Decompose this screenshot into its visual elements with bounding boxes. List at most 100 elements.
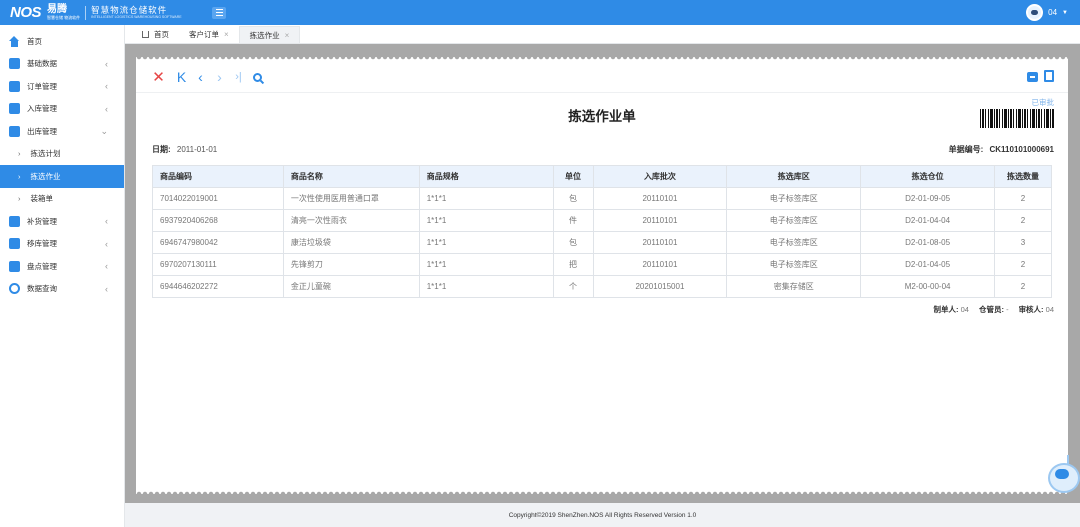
chevron-right-icon: › — [18, 194, 21, 204]
table-row: 6946747980042 康洁垃圾袋 1*1*1 包 20110101 电子标… — [152, 231, 1052, 254]
table-cell: D2-01-09-05 — [860, 187, 995, 210]
search-icon — [253, 72, 262, 82]
document-number: 单据编号: CK110101000691 — [948, 145, 1054, 154]
divider — [136, 92, 1068, 93]
app-name: 智慧物流仓储软件 INTELLIGENT LOGISTICS WAREHOUSI… — [91, 4, 182, 19]
table-cell: 2 — [994, 187, 1052, 210]
content-frame: ✕ K ‹ › ›| 拣选作业单 已审批 日期: 2011-01-01 单据编号… — [125, 44, 1080, 503]
sidebar-item-query[interactable]: 数据查询 ‹ — [0, 278, 124, 301]
table-cell: 3 — [994, 231, 1052, 254]
table-cell: 先锋剪刀 — [282, 253, 420, 276]
column-header: 拣选仓位 — [860, 165, 995, 188]
tab-home[interactable]: 首页 — [132, 26, 179, 43]
column-header: 拣选库区 — [726, 165, 862, 188]
table-cell: 把 — [552, 253, 594, 276]
logo-brand: 易腾 智慧仓储 物流软件 — [47, 4, 81, 21]
inbound-icon — [9, 103, 20, 115]
sidebar-item-transfer[interactable]: 移库管理 ‹ — [0, 233, 124, 256]
table-cell: D2-01-04-05 — [860, 253, 995, 276]
barcode — [980, 109, 1054, 128]
table-cell: 20110101 — [592, 187, 728, 210]
sidebar-item-home[interactable]: 首页 — [0, 30, 124, 53]
prev-page-icon[interactable]: ‹ — [194, 70, 207, 84]
tab-customer-orders[interactable]: 客户订单 × — [179, 26, 239, 43]
table-cell: 一次性使用医用普通口罩 — [282, 187, 420, 210]
table-cell: 1*1*1 — [418, 275, 554, 298]
user-name: 04 — [1048, 8, 1058, 17]
tab-pick-job[interactable]: 拣选作业 × — [238, 26, 301, 43]
close-icon[interactable]: × — [285, 31, 290, 40]
menu-toggle-button[interactable] — [212, 6, 226, 19]
table-cell: 个 — [552, 275, 594, 298]
logo-divider — [85, 5, 87, 20]
logo: NOS 易腾 智慧仓储 物流软件 智慧物流仓储软件 INTELLIGENT LO… — [0, 4, 200, 21]
transfer-icon — [9, 238, 20, 250]
table-cell: M2-00-00-04 — [860, 275, 995, 298]
column-header: 商品编码 — [152, 165, 284, 188]
table-cell: 2 — [994, 209, 1052, 232]
sidebar-item-basic-data[interactable]: 基础数据 ‹ — [0, 53, 124, 76]
print-icon[interactable] — [1027, 72, 1038, 82]
table-header-row: 商品编码 商品名称 商品规格 单位 入库批次 拣选库区 拣选仓位 拣选数量 — [152, 165, 1052, 188]
table-cell: 包 — [552, 231, 594, 254]
table-cell: 1*1*1 — [418, 231, 554, 254]
first-page-icon[interactable]: K — [175, 70, 188, 84]
table-cell: 1*1*1 — [418, 187, 554, 210]
table-cell: 6946747980042 — [152, 231, 284, 254]
export-icon[interactable] — [1044, 70, 1054, 82]
last-page-icon[interactable]: ›| — [232, 70, 245, 84]
chevron-left-icon: ‹ — [105, 283, 108, 294]
column-header: 拣选数量 — [994, 165, 1052, 188]
column-header: 商品名称 — [282, 165, 420, 188]
tab-bar: 首页 客户订单 × 拣选作业 × — [125, 25, 1080, 44]
footer-copyright: Copyright©2019 ShenZhen.NOS All Rights R… — [125, 503, 1080, 527]
next-page-icon[interactable]: › — [213, 70, 226, 84]
table-row: 6970207130111 先锋剪刀 1*1*1 把 20110101 电子标签… — [152, 253, 1052, 276]
top-bar: NOS 易腾 智慧仓储 物流软件 智慧物流仓储软件 INTELLIGENT LO… — [0, 0, 1080, 25]
sidebar-item-packing-list[interactable]: › 装箱单 — [0, 188, 124, 211]
document-date: 日期: 2011-01-01 — [152, 145, 218, 154]
table-cell: 7014022019001 — [152, 187, 284, 210]
chatbot-assistant-icon[interactable] — [1045, 455, 1080, 500]
table-cell: 电子标签库区 — [726, 231, 862, 254]
pick-items-table: 商品编码 商品名称 商品规格 单位 入库批次 拣选库区 拣选仓位 拣选数量 70… — [152, 165, 1052, 298]
table-cell: D2-01-04-04 — [860, 209, 995, 232]
sidebar-item-pick-plan[interactable]: › 拣选计划 — [0, 143, 124, 166]
table-cell: D2-01-08-05 — [860, 231, 995, 254]
chevron-right-icon: › — [18, 149, 21, 159]
table-cell: 康洁垃圾袋 — [282, 231, 420, 254]
search-button[interactable] — [251, 70, 264, 84]
table-cell: 电子标签库区 — [726, 187, 862, 210]
table-row: 7014022019001 一次性使用医用普通口罩 1*1*1 包 201101… — [152, 187, 1052, 210]
replenish-icon — [9, 215, 20, 227]
sidebar-item-orders[interactable]: 订单管理 ‹ — [0, 75, 124, 98]
chevron-right-icon: › — [18, 171, 21, 181]
sidebar-item-pick-job[interactable]: › 拣选作业 — [0, 165, 124, 188]
table-cell: 金正儿童碗 — [282, 275, 420, 298]
document-paper: ✕ K ‹ › ›| 拣选作业单 已审批 日期: 2011-01-01 单据编号… — [136, 57, 1068, 494]
sidebar-item-outbound[interactable]: 出库管理 ⌄ — [0, 120, 124, 143]
column-header: 商品规格 — [418, 165, 554, 188]
sidebar: 首页 基础数据 ‹ 订单管理 ‹ 入库管理 ‹ 出库管理 ⌄ › 拣选计划 › … — [0, 25, 125, 527]
sidebar-item-inventory[interactable]: 盘点管理 ‹ — [0, 255, 124, 278]
table-cell: 6937920406268 — [152, 209, 284, 232]
table-cell: 6944646202272 — [152, 275, 284, 298]
chevron-down-icon: ⌄ — [100, 125, 108, 136]
keeper: 仓管员: - — [978, 305, 1009, 314]
close-icon[interactable]: ✕ — [152, 70, 165, 85]
user-menu[interactable]: 04 ▼ — [1026, 4, 1068, 21]
sidebar-item-replenish[interactable]: 补货管理 ‹ — [0, 210, 124, 233]
chevron-left-icon: ‹ — [105, 238, 108, 249]
outbound-icon — [9, 125, 20, 137]
logo-nos: NOS — [10, 4, 42, 21]
sidebar-item-inbound[interactable]: 入库管理 ‹ — [0, 98, 124, 121]
home-icon — [142, 31, 149, 38]
close-icon[interactable]: × — [224, 30, 229, 39]
avatar-icon[interactable] — [1026, 4, 1044, 21]
chevron-left-icon: ‹ — [105, 81, 108, 92]
document-toolbar: ✕ K ‹ › ›| — [152, 70, 264, 85]
inventory-icon — [9, 260, 20, 272]
home-icon — [9, 35, 20, 47]
table-row: 6937920406268 清亮一次性雨衣 1*1*1 件 20110101 电… — [152, 209, 1052, 232]
table-cell: 20110101 — [592, 231, 728, 254]
